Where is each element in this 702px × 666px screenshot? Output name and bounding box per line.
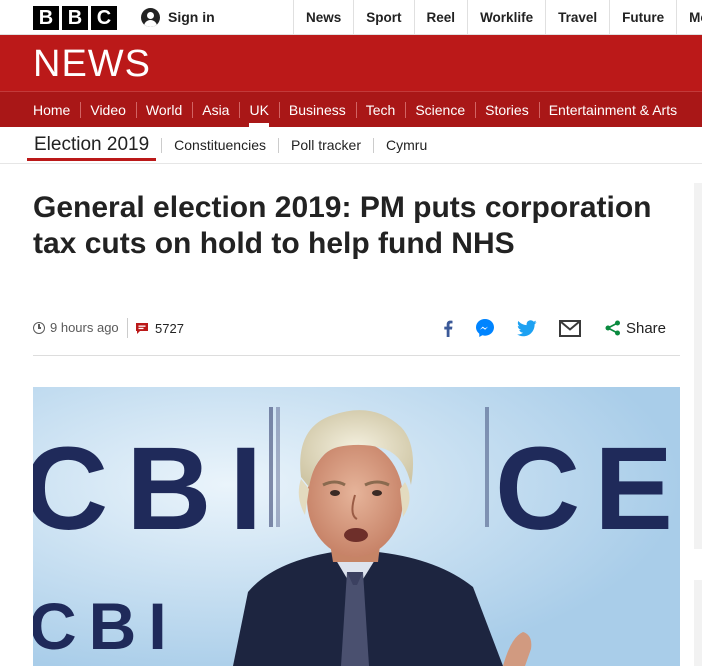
- global-nav-future[interactable]: Future: [609, 0, 676, 35]
- share-tools: Share: [421, 318, 666, 338]
- global-nav: News Sport Reel Worklife Travel Future M…: [293, 0, 702, 35]
- twitter-icon[interactable]: [516, 319, 537, 337]
- nav-video[interactable]: Video: [80, 92, 136, 127]
- comment-count: 5727: [155, 320, 184, 336]
- share-button[interactable]: Share: [605, 320, 666, 337]
- news-wordmark[interactable]: NEWS: [33, 43, 151, 86]
- nav-world[interactable]: World: [135, 92, 192, 127]
- article-meta: 9 hours ago 5727 Share: [33, 318, 680, 356]
- subnav-cymru[interactable]: Cymru: [373, 137, 439, 153]
- facebook-icon[interactable]: [443, 320, 453, 337]
- user-icon: [141, 7, 160, 27]
- timestamp: 9 hours ago: [33, 320, 119, 335]
- email-icon[interactable]: [558, 319, 581, 337]
- global-header: B B C Sign in News Sport Reel Worklife T…: [0, 0, 702, 35]
- nav-home[interactable]: Home: [0, 92, 80, 127]
- right-rail: [694, 183, 702, 549]
- nav-uk[interactable]: UK: [239, 92, 278, 127]
- share-label: Share: [625, 319, 666, 337]
- nav-business[interactable]: Business: [278, 92, 356, 127]
- article-hero-image: CBI CE CBI: [33, 387, 680, 666]
- messenger-icon[interactable]: [475, 318, 495, 338]
- global-nav-sport[interactable]: Sport: [353, 0, 413, 35]
- cbi-sign-lower: CBI: [33, 589, 179, 663]
- news-nav: Home Video World Asia UK Business Tech S…: [0, 91, 702, 127]
- section-subnav: Election 2019 Constituencies Poll tracke…: [0, 127, 702, 164]
- comments-link[interactable]: 5727: [127, 318, 184, 338]
- nav-stories[interactable]: Stories: [475, 92, 539, 127]
- global-nav-reel[interactable]: Reel: [413, 0, 468, 35]
- timestamp-text: 9 hours ago: [50, 320, 119, 335]
- news-masthead: NEWS: [0, 35, 702, 91]
- logo-letter: B: [62, 5, 88, 30]
- hero-photo: CBI CE CBI: [33, 387, 680, 666]
- article-headline: General election 2019: PM puts corporati…: [33, 191, 652, 260]
- nav-asia[interactable]: Asia: [192, 92, 239, 127]
- global-nav-travel[interactable]: Travel: [545, 0, 609, 35]
- comment-icon: [136, 322, 148, 334]
- subnav-election-2019[interactable]: Election 2019: [27, 127, 157, 164]
- cbi-sign-right: CE: [495, 423, 680, 555]
- global-nav-more[interactable]: More: [676, 0, 702, 35]
- cbi-sign-upper: CBI: [33, 423, 280, 555]
- sign-in-link[interactable]: Sign in: [141, 0, 215, 34]
- sign-in-label: Sign in: [168, 9, 215, 25]
- subnav-poll-tracker[interactable]: Poll tracker: [277, 137, 373, 153]
- clock-icon: [33, 321, 45, 334]
- logo-letter: B: [33, 5, 59, 30]
- share-icon: [605, 320, 620, 336]
- nav-entertainment-arts[interactable]: Entertainment & Arts: [538, 92, 687, 127]
- global-nav-worklife[interactable]: Worklife: [467, 0, 545, 35]
- global-nav-news[interactable]: News: [293, 0, 353, 35]
- right-rail: [694, 580, 702, 666]
- nav-tech[interactable]: Tech: [355, 92, 406, 127]
- logo-letter: C: [91, 5, 117, 30]
- bbc-logo[interactable]: B B C: [33, 1, 117, 34]
- nav-science[interactable]: Science: [405, 92, 475, 127]
- subnav-constituencies[interactable]: Constituencies: [161, 137, 278, 153]
